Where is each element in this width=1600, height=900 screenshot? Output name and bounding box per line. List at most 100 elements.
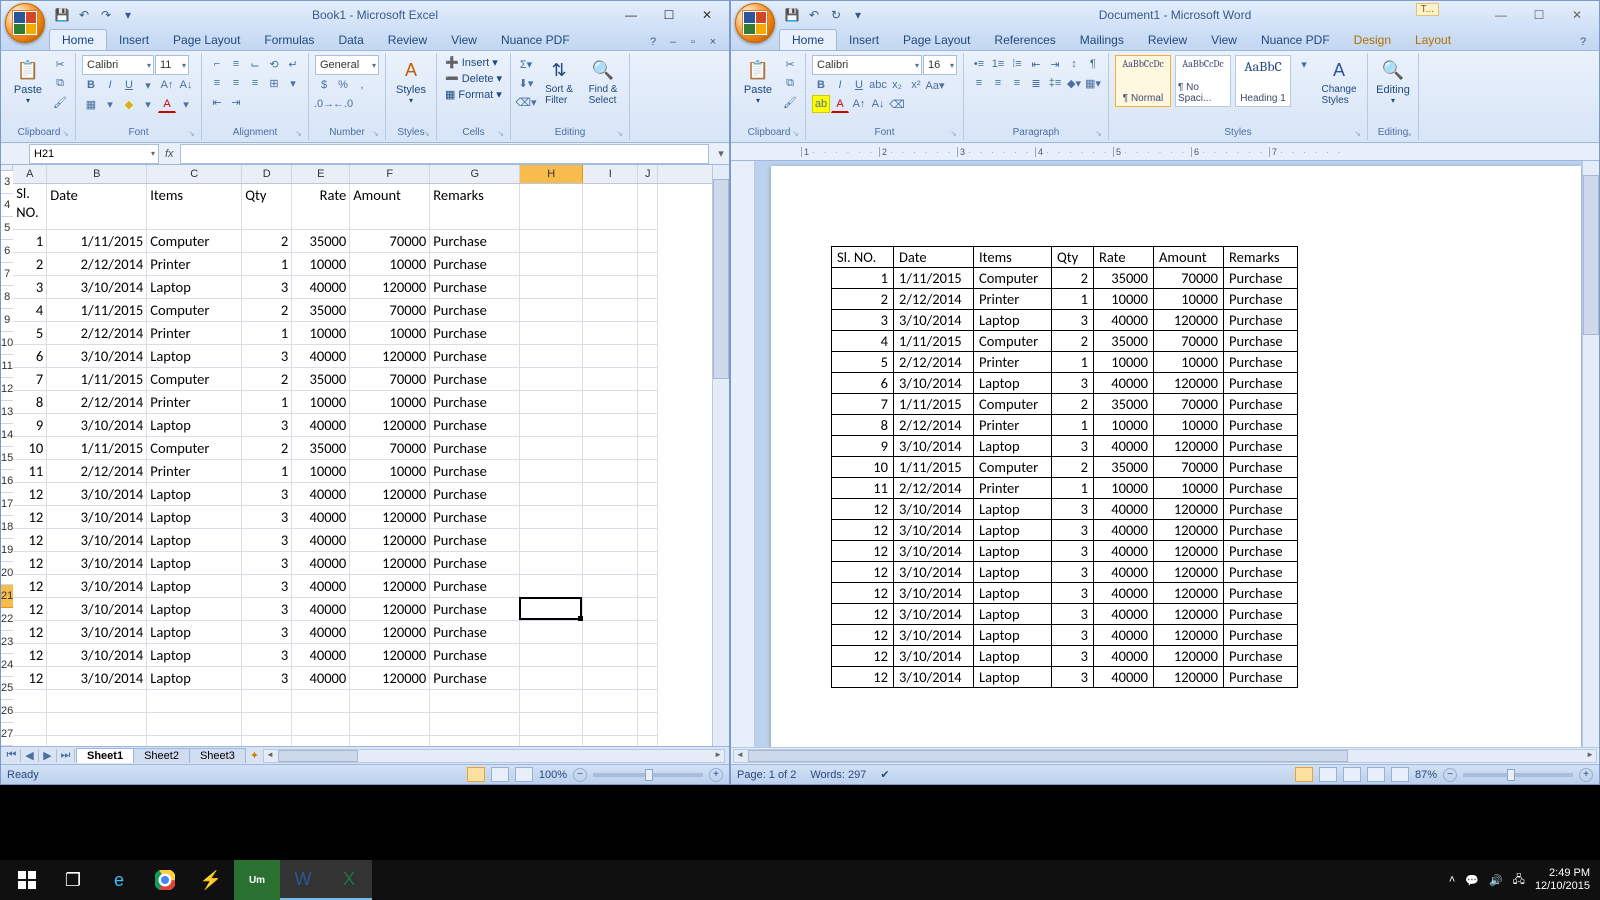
cell[interactable] <box>638 575 658 598</box>
cell[interactable] <box>638 391 658 414</box>
cell[interactable]: 40000 <box>292 621 350 644</box>
row-header[interactable]: 5 <box>1 217 13 240</box>
underline-dropdown-icon[interactable]: ▾ <box>139 76 157 94</box>
cell[interactable]: 3 <box>13 276 47 299</box>
cell[interactable] <box>520 506 583 529</box>
table-cell[interactable]: 12 <box>832 520 894 541</box>
row-header[interactable]: 7 <box>1 263 13 286</box>
start-button[interactable] <box>4 860 50 900</box>
table-cell[interactable]: Laptop <box>974 562 1052 583</box>
cell[interactable] <box>638 414 658 437</box>
status-page[interactable]: Page: 1 of 2 <box>737 769 796 781</box>
word-table[interactable]: Sl. NO.DateItemsQtyRateAmountRemarks11/1… <box>831 246 1298 688</box>
cell[interactable] <box>583 713 638 736</box>
table-cell[interactable]: 1 <box>1052 415 1094 436</box>
table-cell[interactable]: 12 <box>832 583 894 604</box>
zoom-out-button[interactable]: − <box>573 768 587 782</box>
row-header[interactable]: 19 <box>1 539 13 562</box>
table-cell[interactable]: Laptop <box>974 541 1052 562</box>
cell[interactable]: 12 <box>13 621 47 644</box>
table-cell[interactable]: 3 <box>1052 583 1094 604</box>
style-no-spacing[interactable]: AaBbCcDc¶ No Spaci... <box>1175 55 1231 107</box>
format-cells-button[interactable]: ▦Format ▾ <box>443 87 504 102</box>
table-cell[interactable]: 3/10/2014 <box>894 310 974 331</box>
ribbon-tab-review[interactable]: Review <box>1136 30 1199 50</box>
table-cell[interactable]: 3 <box>1052 562 1094 583</box>
cell[interactable]: 120000 <box>350 552 430 575</box>
cell[interactable]: Laptop <box>147 345 242 368</box>
close-button[interactable]: ✕ <box>1559 5 1595 25</box>
row-header[interactable]: 15 <box>1 447 13 470</box>
table-cell[interactable]: 40000 <box>1094 499 1154 520</box>
align-left-button[interactable]: ≡ <box>208 74 226 92</box>
table-cell[interactable]: Computer <box>974 331 1052 352</box>
table-cell[interactable]: 10000 <box>1154 352 1224 373</box>
underline-button[interactable]: U <box>120 76 138 94</box>
cell[interactable]: Laptop <box>147 598 242 621</box>
table-cell[interactable]: 10 <box>832 457 894 478</box>
row-header[interactable]: 4 <box>1 194 13 217</box>
cell[interactable] <box>638 460 658 483</box>
table-cell[interactable]: 12 <box>832 562 894 583</box>
cell[interactable]: 3/10/2014 <box>47 414 147 437</box>
table-cell[interactable]: Purchase <box>1224 499 1298 520</box>
table-cell[interactable]: Purchase <box>1224 331 1298 352</box>
word-page[interactable]: Sl. NO.DateItemsQtyRateAmountRemarks11/1… <box>771 166 1581 747</box>
table-cell[interactable]: 5 <box>832 352 894 373</box>
table-row[interactable]: 82/12/2014Printer11000010000Purchase <box>832 415 1298 436</box>
cell[interactable]: 3 <box>242 575 292 598</box>
task-view-icon[interactable]: ❐ <box>50 860 96 900</box>
table-cell[interactable]: 3/10/2014 <box>894 436 974 457</box>
table-cell[interactable]: 12 <box>832 499 894 520</box>
table-cell[interactable]: 1 <box>1052 478 1094 499</box>
cell[interactable]: Remarks <box>430 184 520 230</box>
sort-button[interactable]: ↕ <box>1065 55 1083 73</box>
table-cell[interactable]: 3/10/2014 <box>894 562 974 583</box>
cell[interactable]: 35000 <box>292 437 350 460</box>
excel-taskbar-icon[interactable]: X <box>326 860 372 900</box>
cell[interactable]: 12 <box>13 529 47 552</box>
help-icon[interactable]: ? <box>1575 34 1591 50</box>
cell[interactable]: Purchase <box>430 345 520 368</box>
italic-button[interactable]: I <box>101 76 119 94</box>
table-cell[interactable]: 70000 <box>1154 268 1224 289</box>
grow-font-button[interactable]: A↑ <box>158 76 176 94</box>
row-header[interactable]: 8 <box>1 286 13 309</box>
cell[interactable] <box>583 322 638 345</box>
column-header[interactable]: F <box>350 165 430 183</box>
borders-dropdown-icon[interactable]: ▾ <box>101 95 119 113</box>
zoom-out-button[interactable]: − <box>1443 768 1457 782</box>
cell[interactable] <box>147 713 242 736</box>
cell[interactable]: 12 <box>13 483 47 506</box>
table-cell[interactable]: 120000 <box>1154 562 1224 583</box>
cell[interactable]: Computer <box>147 299 242 322</box>
cell[interactable] <box>638 437 658 460</box>
cell[interactable]: Purchase <box>430 529 520 552</box>
cell[interactable]: 3/10/2014 <box>47 621 147 644</box>
cell[interactable]: 40000 <box>292 483 350 506</box>
cell[interactable] <box>583 506 638 529</box>
table-cell[interactable]: 1 <box>1052 352 1094 373</box>
cell[interactable]: 1 <box>242 460 292 483</box>
ribbon-tab-layout[interactable]: Layout <box>1403 30 1463 50</box>
cell[interactable] <box>520 345 583 368</box>
cell[interactable]: Purchase <box>430 575 520 598</box>
table-cell[interactable]: 12 <box>832 625 894 646</box>
cell[interactable]: 3 <box>242 667 292 690</box>
style-normal[interactable]: AaBbCcDc¶ Normal <box>1115 55 1171 107</box>
table-cell[interactable]: 120000 <box>1154 520 1224 541</box>
column-header[interactable]: D <box>242 165 292 183</box>
table-cell[interactable]: 35000 <box>1094 268 1154 289</box>
table-row[interactable]: 123/10/2014Laptop340000120000Purchase <box>832 667 1298 688</box>
table-cell[interactable]: 120000 <box>1154 310 1224 331</box>
table-cell[interactable]: 2 <box>1052 457 1094 478</box>
align-right-button[interactable]: ≡ <box>246 74 264 92</box>
cell[interactable] <box>638 690 658 713</box>
cell[interactable]: 2 <box>242 368 292 391</box>
table-header-cell[interactable]: Remarks <box>1224 247 1298 268</box>
chrome-icon[interactable] <box>142 860 188 900</box>
column-header[interactable]: G <box>430 165 520 183</box>
table-cell[interactable]: 40000 <box>1094 541 1154 562</box>
cell[interactable]: 2/12/2014 <box>47 460 147 483</box>
cell[interactable]: 2 <box>242 437 292 460</box>
